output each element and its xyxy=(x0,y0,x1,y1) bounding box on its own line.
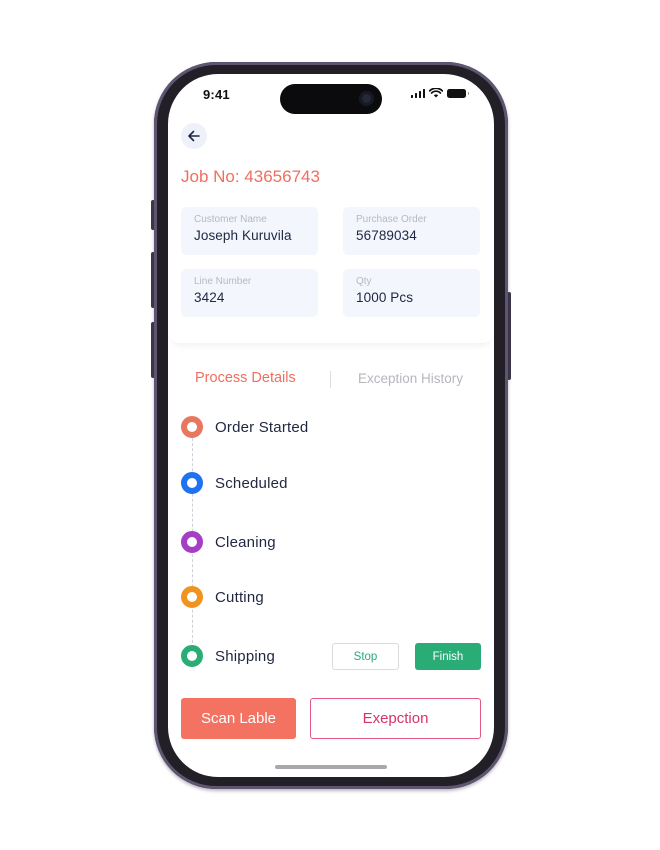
process-step-scheduled[interactable]: Scheduled xyxy=(181,472,288,494)
line-number-value: 3424 xyxy=(194,290,225,305)
customer-name-field: Customer Name Joseph Kuruvila xyxy=(181,207,318,255)
line-number-field: Line Number 3424 xyxy=(181,269,318,317)
job-number-title: Job No: 43656743 xyxy=(181,167,320,186)
tab-process-details[interactable]: Process Details xyxy=(195,370,296,386)
tab-divider xyxy=(330,371,331,388)
step-status-dot xyxy=(181,416,203,438)
stop-button[interactable]: Stop xyxy=(332,643,399,670)
step-status-dot xyxy=(181,586,203,608)
phone-screen: 9:41 Job No: 43656743 Customer Name Jose… xyxy=(168,74,494,777)
line-number-label: Line Number xyxy=(194,276,252,287)
process-step-cutting[interactable]: Cutting xyxy=(181,586,264,608)
purchase-order-field: Purchase Order 56789034 xyxy=(343,207,480,255)
qty-label: Qty xyxy=(356,276,372,287)
dynamic-island xyxy=(280,84,382,114)
finish-button[interactable]: Finish xyxy=(415,643,481,670)
purchase-order-value: 56789034 xyxy=(356,228,417,243)
process-step-order-started[interactable]: Order Started xyxy=(181,416,308,438)
battery-icon xyxy=(447,88,469,98)
customer-name-label: Customer Name xyxy=(194,214,267,225)
job-info-card: Customer Name Joseph Kuruvila Purchase O… xyxy=(168,198,494,343)
status-bar: 9:41 xyxy=(168,74,494,118)
step-label: Scheduled xyxy=(215,474,288,492)
tab-exception-history[interactable]: Exception History xyxy=(358,371,463,386)
customer-name-value: Joseph Kuruvila xyxy=(194,228,292,243)
status-icons xyxy=(410,88,469,98)
step-label: Cleaning xyxy=(215,533,276,551)
arrow-left-icon xyxy=(188,130,200,142)
step-status-dot xyxy=(181,531,203,553)
process-step-cleaning[interactable]: Cleaning xyxy=(181,531,276,553)
scan-label-button[interactable]: Scan Lable xyxy=(181,698,296,739)
cellular-signal-icon xyxy=(410,88,425,98)
step-status-dot xyxy=(181,472,203,494)
step-label: Cutting xyxy=(215,588,264,606)
qty-field: Qty 1000 Pcs xyxy=(343,269,480,317)
home-indicator[interactable] xyxy=(275,765,387,769)
qty-value: 1000 Pcs xyxy=(356,290,414,305)
step-label: Order Started xyxy=(215,418,309,436)
wifi-icon xyxy=(429,88,443,98)
back-button[interactable] xyxy=(181,123,207,149)
camera-icon xyxy=(359,91,374,106)
step-label: Shipping xyxy=(215,647,275,665)
purchase-order-label: Purchase Order xyxy=(356,214,427,225)
step-status-dot xyxy=(181,645,203,667)
tab-bar: Process Details Exception History xyxy=(168,370,494,394)
process-step-shipping[interactable]: Shipping xyxy=(181,645,275,667)
exception-button[interactable]: Exepction xyxy=(310,698,481,739)
status-time: 9:41 xyxy=(203,87,230,102)
